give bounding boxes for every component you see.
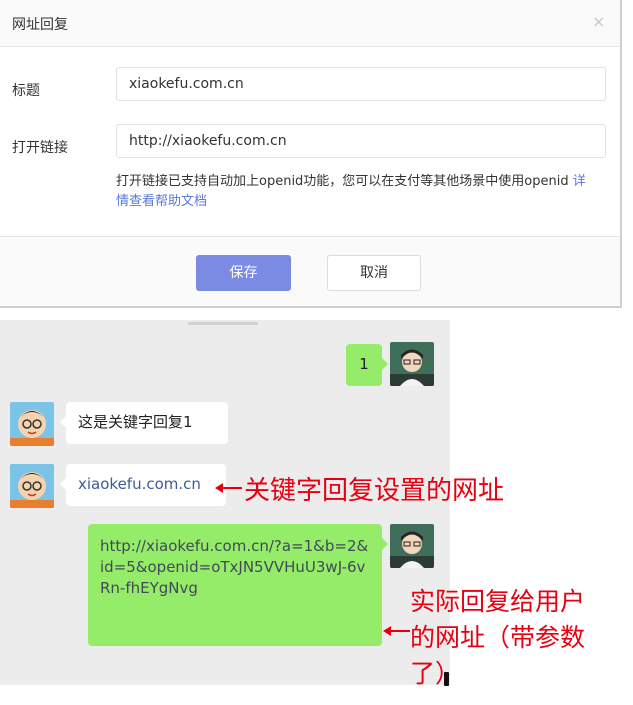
- annotation-actual-url-2: 的网址（带参数: [410, 623, 586, 652]
- link-input[interactable]: [116, 124, 606, 158]
- link-label: 打开链接: [12, 140, 68, 156]
- reply-message-2[interactable]: xiaokefu.com.cn: [60, 464, 226, 506]
- openid-help-text: 打开链接已支持自动加上openid功能，您可以在支付等其他场景中使用openid…: [116, 172, 586, 212]
- user-avatar-icon: [390, 342, 434, 386]
- annotation-actual-url-3: 了）: [410, 659, 461, 688]
- arrow-left-icon: [383, 626, 410, 636]
- annotation-keyword-url: 关键字回复设置的网址: [244, 476, 505, 506]
- cancel-button[interactable]: 取消: [327, 255, 421, 291]
- user-avatar-icon: [390, 524, 434, 568]
- sent-message-1: 1: [346, 344, 388, 386]
- cartoon-avatar-icon: [10, 402, 54, 446]
- dialog-footer: 保存 取消: [0, 236, 620, 306]
- dialog-title: 网址回复: [12, 17, 68, 33]
- reply-message-1: 这是关键字回复1: [60, 402, 228, 444]
- help-text-body: 打开链接已支持自动加上openid功能，您可以在支付等其他场景中使用openid: [116, 174, 573, 189]
- arrow-left-icon: [215, 483, 242, 493]
- save-button[interactable]: 保存: [196, 255, 291, 291]
- title-input[interactable]: [116, 67, 606, 101]
- chat-divider: [188, 322, 258, 325]
- cartoon-avatar-icon: [10, 464, 54, 508]
- reply-message-3: http://xiaokefu.com.cn/?a=1&b=2&id=5&ope…: [88, 524, 388, 646]
- reply-link[interactable]: xiaokefu.com.cn: [78, 475, 201, 493]
- url-reply-dialog: 网址回复 × 标题 打开链接 打开链接已支持自动加上openid功能，您可以在支…: [0, 0, 622, 308]
- annotation-actual-url-1: 实际回复给用户: [410, 587, 586, 616]
- title-label: 标题: [12, 83, 40, 99]
- text-cursor-icon: [444, 672, 449, 686]
- close-icon[interactable]: ×: [592, 12, 605, 31]
- dialog-header: 网址回复 ×: [0, 0, 620, 47]
